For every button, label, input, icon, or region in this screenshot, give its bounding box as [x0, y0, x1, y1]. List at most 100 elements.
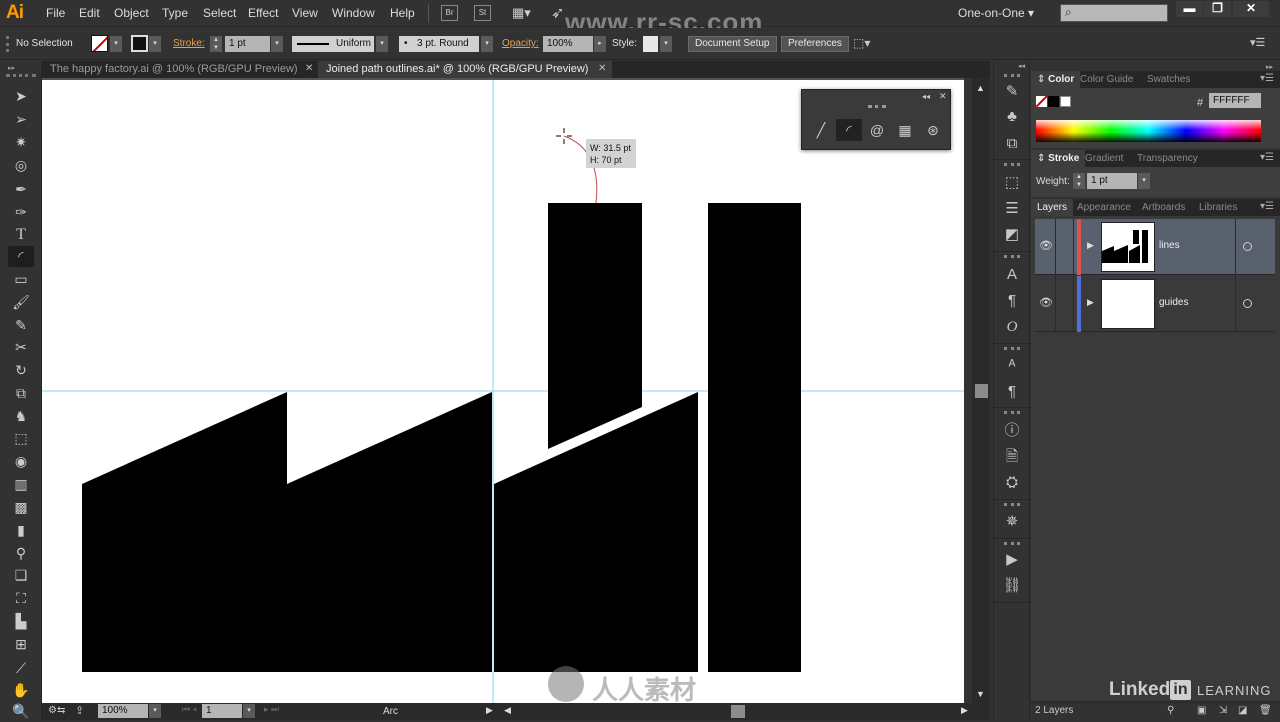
symbols-icon[interactable]: ♣: [1001, 106, 1023, 128]
artboard[interactable]: W: 31.5 pt H: 70 pt: [42, 80, 964, 703]
character-icon[interactable]: A: [1001, 264, 1023, 286]
locate-object-icon[interactable]: ⚲: [1167, 705, 1174, 716]
tab-transparency[interactable]: Transparency: [1131, 150, 1204, 167]
weight-field[interactable]: 1 pt: [1087, 173, 1137, 189]
stroke-swatch[interactable]: [131, 35, 148, 52]
rectangular-grid-tool-icon[interactable]: ▦: [892, 119, 918, 141]
stroke-label[interactable]: Stroke:: [173, 38, 205, 49]
menu-window[interactable]: Window: [332, 6, 375, 20]
vertical-scrollbar[interactable]: ▲ ▼: [972, 78, 990, 703]
paragraph-icon[interactable]: ¶: [1001, 290, 1023, 312]
tools-grip[interactable]: [6, 74, 36, 77]
opacity-slider-toggle[interactable]: ▸: [594, 36, 606, 52]
rectangle-tool-icon[interactable]: ▭: [8, 269, 34, 290]
stock-button[interactable]: St: [474, 5, 491, 21]
artboard-number-field[interactable]: 1: [202, 704, 242, 718]
brushes-icon[interactable]: ✎: [1001, 81, 1023, 103]
tab-gradient[interactable]: Gradient: [1079, 150, 1129, 167]
layer-name[interactable]: lines: [1159, 240, 1180, 251]
artboard-dropdown[interactable]: ▾: [243, 704, 255, 718]
search-input[interactable]: ⌕: [1060, 4, 1168, 22]
polar-grid-tool-icon[interactable]: ⊛: [920, 119, 946, 141]
dock-grip[interactable]: [1004, 255, 1020, 258]
scroll-left-icon[interactable]: ◀: [504, 705, 511, 716]
scroll-right-icon[interactable]: ▶: [961, 705, 968, 716]
vertical-scroll-thumb[interactable]: [975, 384, 988, 398]
lasso-tool-icon[interactable]: ◎: [8, 155, 34, 176]
graphic-style-dropdown[interactable]: ▾: [660, 36, 672, 52]
scroll-up-icon[interactable]: ▲: [976, 83, 985, 93]
stroke-weight-dropdown[interactable]: ▾: [271, 36, 283, 52]
column-graph-tool-icon[interactable]: ▙: [8, 611, 34, 632]
puppet-warp-tool-icon[interactable]: ♞: [8, 406, 34, 427]
blend-tool-icon[interactable]: ❏: [8, 565, 34, 586]
dock-grip[interactable]: [1004, 411, 1020, 414]
dock-grip[interactable]: [1004, 347, 1020, 350]
factory-roof-left[interactable]: [82, 392, 492, 672]
tab-layers[interactable]: Layers: [1031, 199, 1074, 216]
share-icon[interactable]: ⇪: [75, 704, 84, 717]
arc-tool-icon[interactable]: ◜: [836, 119, 862, 141]
rocket-icon[interactable]: ➶: [551, 3, 564, 23]
collapse-dock-icon[interactable]: ◂◂: [1018, 62, 1025, 70]
gpu-performance-icon[interactable]: ⚙⇆: [48, 705, 65, 716]
panel-menu-icon[interactable]: ▾☰: [1260, 73, 1274, 84]
menu-view[interactable]: View: [292, 6, 318, 20]
color-spectrum[interactable]: [1036, 120, 1261, 142]
menu-type[interactable]: Type: [162, 6, 188, 20]
tab-color[interactable]: ⇕ Color: [1031, 71, 1081, 88]
horizontal-scroll-thumb[interactable]: [731, 705, 745, 718]
pencil-tool-icon[interactable]: ✎: [8, 315, 34, 336]
layer-row-guides[interactable]: 👁 ▶ guides: [1035, 276, 1275, 332]
scroll-down-icon[interactable]: ▼: [976, 689, 985, 699]
gradient-tool-icon[interactable]: ▮: [8, 520, 34, 541]
collapse-tools-icon[interactable]: ▸▸: [8, 64, 15, 72]
close-tab-icon[interactable]: ✕: [305, 63, 313, 74]
curvature-tool-icon[interactable]: ✑: [8, 202, 34, 223]
restore-button[interactable]: ❐: [1204, 1, 1231, 17]
menu-edit[interactable]: Edit: [79, 6, 100, 20]
dock-grip[interactable]: [1004, 542, 1020, 545]
close-panel-icon[interactable]: ✕: [939, 91, 947, 102]
expand-layer-icon[interactable]: ▶: [1087, 297, 1094, 308]
paragraph-styles-icon[interactable]: ¶: [1001, 381, 1023, 403]
paintbrush-tool-icon[interactable]: 🖌: [8, 292, 34, 313]
panel-menu-icon[interactable]: ▾☰: [1260, 201, 1274, 212]
tab-happy-factory[interactable]: The happy factory.ai @ 100% (RGB/GPU Pre…: [42, 61, 310, 78]
preferences-button[interactable]: Preferences: [781, 36, 849, 52]
arrange-documents-icon[interactable]: ▦▾: [512, 5, 538, 21]
layer-target-icon[interactable]: [1243, 299, 1252, 308]
fill-swatch[interactable]: [91, 35, 108, 52]
pen-tool-icon[interactable]: ✒: [8, 179, 34, 200]
tab-stroke[interactable]: ⇕ Stroke: [1031, 150, 1086, 167]
factory-roof-right[interactable]: [494, 392, 698, 672]
rotate-tool-icon[interactable]: ↻: [8, 360, 34, 381]
stroke-color-dropdown[interactable]: ▾: [149, 36, 161, 52]
control-bar-menu-icon[interactable]: ▾☰: [1250, 36, 1265, 49]
control-bar-grip[interactable]: [6, 36, 9, 52]
expand-layer-icon[interactable]: ▶: [1087, 240, 1094, 251]
scale-tool-icon[interactable]: ⧉: [8, 383, 34, 404]
navigator-icon[interactable]: ✵: [1001, 511, 1023, 533]
spiral-tool-icon[interactable]: @: [864, 119, 890, 141]
expand-panels-icon[interactable]: ▸▸: [1266, 63, 1273, 71]
layer-name[interactable]: guides: [1159, 297, 1188, 308]
artboard-tool-icon[interactable]: ⊞: [8, 634, 34, 655]
transform-icon[interactable]: ⬚: [1001, 172, 1023, 194]
menu-select[interactable]: Select: [203, 6, 236, 20]
line-segment-tool-icon[interactable]: ╱: [808, 119, 834, 141]
new-layer-icon[interactable]: ◪: [1238, 705, 1247, 716]
weight-dropdown[interactable]: ▾: [1138, 173, 1150, 189]
dock-grip[interactable]: [1004, 163, 1020, 166]
pathfinder-icon[interactable]: ◩: [1001, 224, 1023, 246]
tab-color-guide[interactable]: Color Guide: [1074, 71, 1139, 88]
arc-tool-icon[interactable]: ◜: [8, 246, 34, 267]
visibility-eye-icon[interactable]: 👁: [1039, 296, 1053, 309]
mesh-tool-icon[interactable]: ▩: [8, 497, 34, 518]
close-window-button[interactable]: ✕: [1233, 1, 1269, 17]
brush-dropdown[interactable]: ▾: [481, 36, 493, 52]
brush-select[interactable]: • 3 pt. Round: [399, 36, 479, 52]
weight-stepper[interactable]: ▲ ▼: [1073, 173, 1085, 189]
align-icon[interactable]: ☰: [1001, 198, 1023, 220]
stroke-profile-dropdown[interactable]: ▾: [376, 36, 388, 52]
